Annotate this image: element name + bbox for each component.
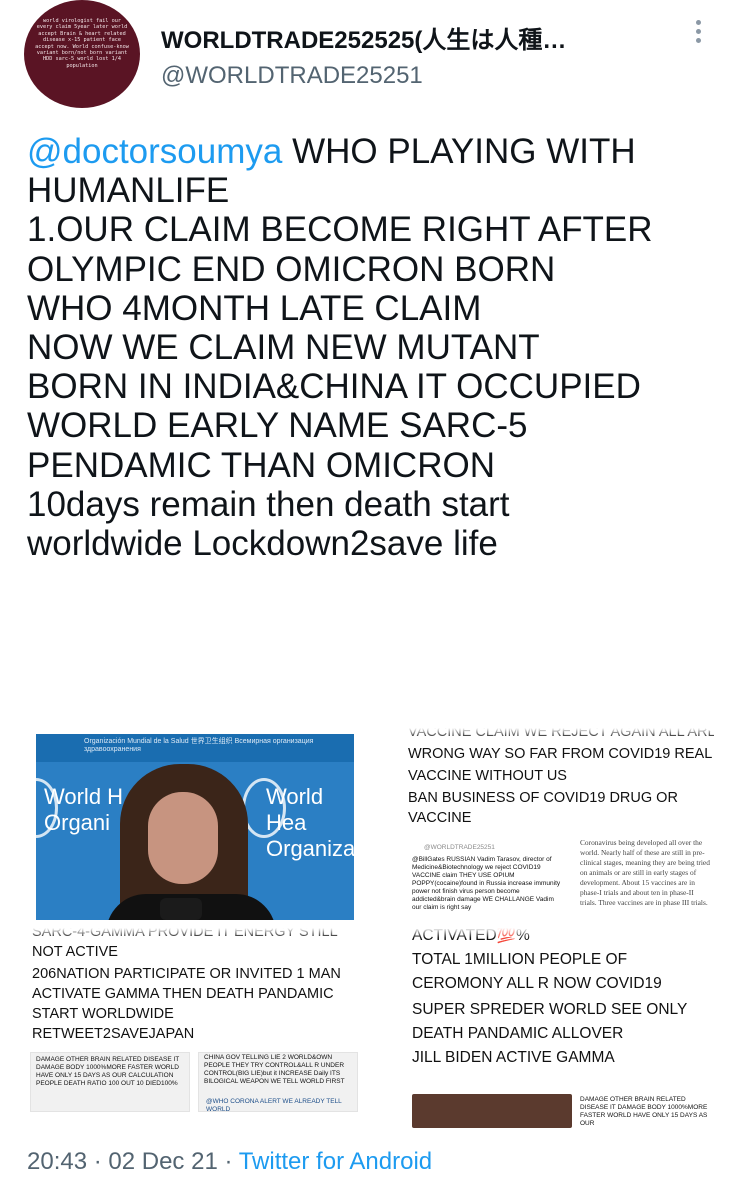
who-banner-text: Organización Mundial de la Salud 世界卫生组织 … xyxy=(84,738,314,753)
tweet-meta: 20:43 · 02 Dec 21 · Twitter for Android xyxy=(27,1148,432,1176)
tweet-text: @doctorsoumya WHO PLAYING WITH HUMANLIFE… xyxy=(27,132,727,563)
tweet-line: WORLD EARLY NAME SARC-5 xyxy=(27,406,528,446)
tile3-right-top: @WHO CORONA ALERT WE ALREADY TELL WORLD xyxy=(206,1098,342,1113)
tile4-headline-line: TOTAL 1MILLION PEOPLE OF xyxy=(412,951,628,968)
tile2-headline-line: VACCINE xyxy=(408,810,472,826)
more-dot xyxy=(695,20,701,25)
tile4-headline-line: DEATH PANDAMIC ALLOVER xyxy=(412,1025,624,1042)
media-image-vaccine-claim[interactable]: VACCINE CLAIM WE REJECT AGAIN ALL ARE WR… xyxy=(384,728,714,920)
more-dot xyxy=(695,29,701,34)
tile2-headline-line: VACCINE WITHOUT US xyxy=(408,768,567,784)
who-logo-text-right: World Hea Organizat xyxy=(266,784,354,861)
media-image-who-briefing[interactable]: Organización Mundial de la Salud 世界卫生组织 … xyxy=(36,734,354,920)
tile3-headline-line: NOT ACTIVE xyxy=(32,944,118,960)
more-options-icon[interactable] xyxy=(688,16,708,52)
avatar-text: world virologist fail our every claim 5y… xyxy=(35,18,129,69)
tile2-small-text: @BillGates RUSSIAN Vadim Tarasov, direct… xyxy=(412,856,561,911)
tile2-fade xyxy=(384,728,714,738)
tile4-fade xyxy=(384,928,714,938)
tweet-time[interactable]: 20:43 xyxy=(27,1148,87,1175)
speaker-face xyxy=(148,792,218,884)
tile4-headline-line: CEROMONY ALL R NOW COVID19 xyxy=(412,975,662,992)
media-grid: Organización Mundial de la Salud 世界卫生组织 … xyxy=(22,728,718,1128)
tweet-line-text: WHO PLAYING WITH xyxy=(292,132,636,171)
tile3-left-text: DAMAGE OTHER BRAIN RELATED DISEASE IT DA… xyxy=(36,1056,180,1087)
tile4-photo xyxy=(412,1094,572,1128)
tile3-headline-line: ACTIVATE GAMMA THEN DEATH PANDAMIC xyxy=(32,986,334,1002)
tweet-line: OLYMPIC END OMICRON BORN xyxy=(27,249,556,289)
microphone-icon xyxy=(160,898,202,920)
tweet-line: WHO 4MONTH LATE CLAIM xyxy=(27,288,482,328)
who-logo-text-left: World H Organi xyxy=(44,784,124,835)
tile3-right-text: CHINA GOV TELLING LIE 2 WORLD&OWN PEOPLE… xyxy=(204,1054,345,1085)
more-dot xyxy=(695,38,701,43)
media-image-sarc-gamma[interactable]: SARC-4-GAMMA PROVIDE IT ENERGY STILL NOT… xyxy=(22,928,362,1114)
tile3-headline-line: RETWEET2SAVEJAPAN xyxy=(32,1026,195,1042)
tweet-header: world virologist fail our every claim 5y… xyxy=(0,0,739,110)
tile2-article-text: Coronavirus being developed all over the… xyxy=(580,838,710,907)
tweet-line: 10days remain then death start xyxy=(27,484,510,524)
tile3-headline-line: 206NATION PARTICIPATE OR INVITED 1 MAN xyxy=(32,966,341,982)
tweet-line: HUMANLIFE xyxy=(27,171,230,211)
meta-separator: · xyxy=(217,1148,239,1175)
tweet-line: worldwide Lockdown2save life xyxy=(27,524,498,564)
tile2-headline-line: WRONG WAY SO FAR FROM COVID19 REAL xyxy=(408,746,713,762)
tweet-source-link[interactable]: Twitter for Android xyxy=(239,1148,432,1175)
tile2-headline-line: BAN BUSINESS OF COVID19 DRUG OR xyxy=(408,790,678,806)
meta-separator: · xyxy=(87,1148,109,1175)
tweet-line: NOW WE CLAIM NEW MUTANT xyxy=(27,328,540,368)
who-banner: Organización Mundial de la Salud 世界卫生组织 … xyxy=(36,734,354,762)
tweet-line: BORN IN INDIA&CHINA IT OCCUPIED xyxy=(27,367,641,407)
tweet-line: 1.OUR CLAIM BECOME RIGHT AFTER xyxy=(27,210,653,250)
tweet-line: @doctorsoumya WHO PLAYING WITH xyxy=(27,132,727,171)
tile4-small-text: DAMAGE OTHER BRAIN RELATED DISEASE IT DA… xyxy=(580,1096,708,1127)
tweet-date[interactable]: 02 Dec 21 xyxy=(108,1148,217,1175)
display-name[interactable]: WORLDTRADE252525(人生は人種… xyxy=(161,20,631,55)
mention-link[interactable]: @doctorsoumya xyxy=(27,132,282,171)
avatar[interactable]: world virologist fail our every claim 5y… xyxy=(24,0,140,108)
user-handle[interactable]: @WORLDTRADE25251 xyxy=(161,62,423,90)
tile3-fade xyxy=(22,928,362,938)
tile4-headline-line: SUPER SPREDER WORLD SEE ONLY xyxy=(412,1001,688,1018)
tile2-small-handle: @WORLDTRADE25251 xyxy=(424,844,495,851)
media-image-activated[interactable]: ACTIVATED💯% TOTAL 1MILLION PEOPLE OF CER… xyxy=(384,928,714,1128)
tweet-line: PENDAMIC THAN OMICRON xyxy=(27,445,495,485)
tile4-headline-line: JILL BIDEN ACTIVE GAMMA xyxy=(412,1049,615,1066)
tile3-headline-line: START WORLDWIDE xyxy=(32,1006,174,1022)
